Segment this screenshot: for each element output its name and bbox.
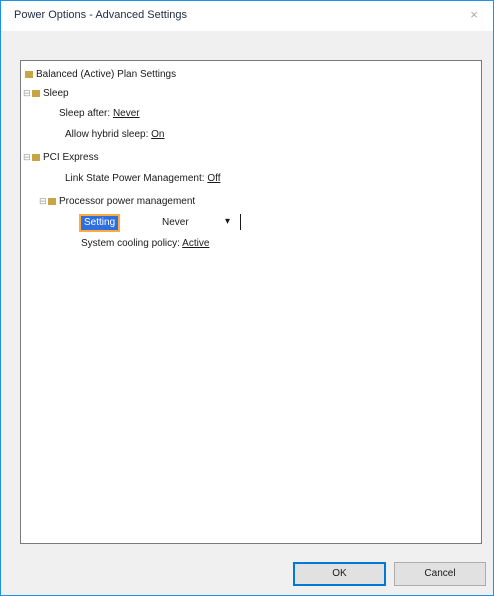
close-icon[interactable]: × bbox=[465, 6, 483, 24]
setting-label: Link State Power Management: bbox=[65, 173, 205, 184]
dialog-window: Power Options - Advanced Settings × Bala… bbox=[0, 0, 494, 596]
text-caret bbox=[240, 214, 241, 230]
setting-value-link[interactable]: Never bbox=[113, 108, 140, 119]
ok-button[interactable]: OK bbox=[293, 562, 386, 586]
tree-setting-sleep-after[interactable]: Sleep after: Never bbox=[59, 108, 140, 120]
setting-label: Allow hybrid sleep: bbox=[65, 129, 149, 140]
setting-value-link[interactable]: Active bbox=[182, 238, 209, 249]
setting-value-link[interactable]: Off bbox=[207, 173, 220, 184]
collapse-icon[interactable]: ⊟ bbox=[23, 87, 32, 99]
tree-root[interactable]: Balanced (Active) Plan Settings bbox=[25, 69, 176, 81]
settings-tree[interactable]: Balanced (Active) Plan Settings ⊟ Sleep S… bbox=[20, 60, 482, 544]
setting-value-link[interactable]: On bbox=[151, 129, 164, 140]
tree-setting-cooling[interactable]: System cooling policy: Active bbox=[81, 238, 209, 250]
tree-node-pci-express[interactable]: ⊟ PCI Express bbox=[23, 151, 99, 164]
tree-root-label: Balanced (Active) Plan Settings bbox=[36, 69, 177, 80]
title-bar[interactable]: Power Options - Advanced Settings × bbox=[1, 1, 493, 31]
collapse-icon[interactable]: ⊟ bbox=[23, 151, 32, 163]
tree-node-label: Sleep bbox=[43, 88, 69, 99]
tree-setting-hybrid-sleep[interactable]: Allow hybrid sleep: On bbox=[65, 129, 165, 141]
folder-icon bbox=[32, 153, 40, 161]
selected-setting-label[interactable]: Setting bbox=[81, 216, 119, 230]
tree-setting-link-state[interactable]: Link State Power Management: Off bbox=[65, 173, 220, 185]
window-title: Power Options - Advanced Settings bbox=[14, 9, 188, 21]
folder-icon bbox=[48, 197, 56, 205]
setting-value-field[interactable]: Never bbox=[162, 216, 189, 230]
folder-icon bbox=[32, 89, 40, 97]
setting-label: System cooling policy: bbox=[81, 238, 180, 249]
tree-node-sleep[interactable]: ⊟ Sleep bbox=[23, 87, 69, 100]
tree-node-processor[interactable]: ⊟ Processor power management bbox=[39, 195, 195, 208]
dropdown-arrow-icon[interactable]: ▾ bbox=[225, 215, 230, 229]
setting-label: Sleep after: bbox=[59, 108, 111, 119]
tree-node-label: Processor power management bbox=[59, 196, 196, 207]
cancel-button[interactable]: Cancel bbox=[394, 562, 486, 586]
plan-icon bbox=[25, 70, 33, 78]
collapse-icon[interactable]: ⊟ bbox=[39, 195, 48, 207]
tree-node-label: PCI Express bbox=[43, 152, 99, 163]
